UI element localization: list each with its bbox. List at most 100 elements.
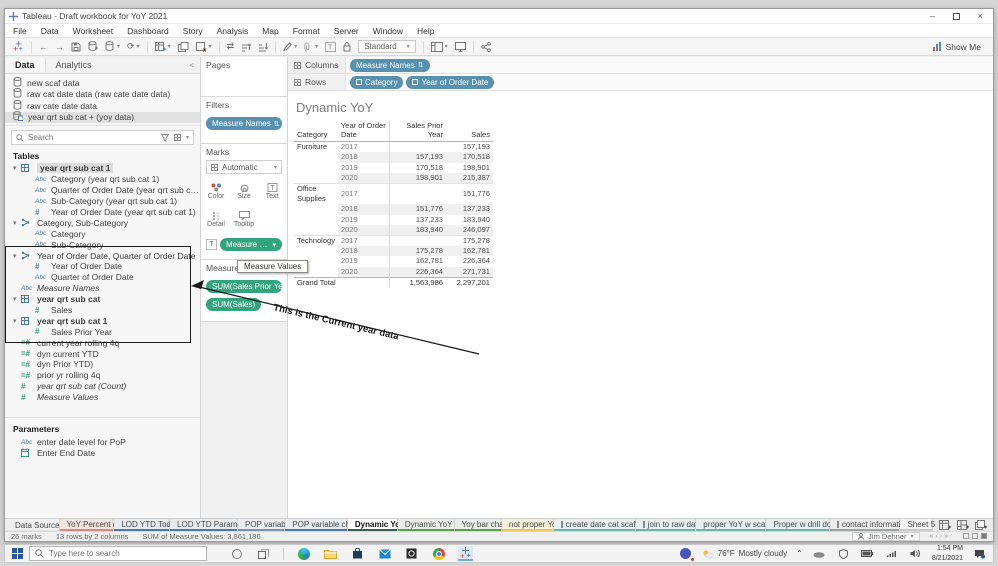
- column-header[interactable]: Sales Prior Year: [389, 121, 446, 143]
- network-icon[interactable]: [884, 546, 899, 561]
- menu-item-format[interactable]: Format: [293, 26, 320, 36]
- table-row[interactable]: 2018 157,193 170,518: [294, 152, 493, 163]
- detail-button[interactable]: Detail: [204, 207, 229, 232]
- table-row[interactable]: 2018 175,278 162,781: [294, 246, 493, 257]
- field-year-of-order-date-quarter-of-order-date[interactable]: ▾ Year of Order Date, Quarter of Order Da…: [5, 250, 200, 261]
- redo-button[interactable]: →: [55, 42, 64, 52]
- field-dyn-prior-ytd[interactable]: =# dyn Prior YTD): [5, 359, 200, 370]
- task-view-icon[interactable]: [256, 546, 271, 561]
- table-row[interactable]: Office Supplies 2017 151,776: [294, 183, 493, 205]
- view-options-caret-icon[interactable]: ▾: [186, 134, 189, 141]
- rows-pill-year-of-order-date[interactable]: Year of Order Date: [406, 75, 495, 89]
- field-current-year-rolling-4q[interactable]: =# current year rolling 4q: [5, 337, 200, 348]
- presentation-mode-button[interactable]: [454, 41, 466, 52]
- taskbar-search-input[interactable]: [49, 549, 201, 558]
- field-year-qrt-sub-cat-1[interactable]: ▾ year qrt sub cat 1: [5, 163, 200, 174]
- rows-pill-category[interactable]: Category: [350, 75, 404, 89]
- menu-item-help[interactable]: Help: [417, 26, 434, 36]
- marks-card[interactable]: Marks Automatic ▾ Color Size T Text Deta…: [201, 144, 309, 273]
- sheet-tab-sheet-5[interactable]: Sheet 5: [900, 519, 935, 531]
- grand-total-row[interactable]: Grand Total 1,563,986 2,297,201: [294, 276, 493, 289]
- table-row[interactable]: 2019 137,233 183,940: [294, 214, 493, 225]
- crosstab[interactable]: Category Year of Order Date Sales Prior Ye…: [294, 121, 993, 289]
- file-explorer-icon[interactable]: [323, 546, 338, 561]
- menu-item-analysis[interactable]: Analysis: [217, 26, 249, 36]
- view-options-icon[interactable]: [173, 134, 181, 141]
- group-members-button[interactable]: ▾: [304, 42, 318, 52]
- duplicate-sheet-button[interactable]: [177, 41, 189, 52]
- store-icon[interactable]: [350, 546, 365, 561]
- battery-icon[interactable]: [860, 546, 875, 561]
- close-button[interactable]: ×: [978, 11, 983, 21]
- sheet-tab-dynamic-yoy-3[interactable]: Dynamic YoY (3): [397, 519, 464, 531]
- story-nav-buttons[interactable]: «‹›»: [930, 533, 950, 540]
- table-row[interactable]: 2020 226,364 271,731: [294, 266, 493, 278]
- column-header[interactable]: Year of Order Date: [337, 121, 390, 143]
- cortana-icon[interactable]: [229, 546, 244, 561]
- collapse-pane-button[interactable]: <: [189, 61, 200, 70]
- save-button[interactable]: [71, 42, 81, 52]
- clear-sheet-button[interactable]: ▾: [195, 41, 212, 52]
- datasource-new-scaf-data[interactable]: new scaf data: [5, 76, 200, 89]
- size-button[interactable]: Size: [232, 179, 257, 204]
- sheet-tab-data-source[interactable]: Data Source: [5, 519, 60, 531]
- table-row[interactable]: 2019 170,518 198,901: [294, 162, 493, 173]
- filter-icon[interactable]: [160, 133, 169, 142]
- fix-axes-button[interactable]: [343, 41, 351, 52]
- table-row[interactable]: Furniture 2017 157,193: [294, 141, 493, 153]
- menu-item-data[interactable]: Data: [41, 26, 59, 36]
- sheet-tab-pop-variable[interactable]: POP variable: [237, 519, 292, 531]
- menu-item-file[interactable]: File: [13, 26, 27, 36]
- sheet-tab-yoy-percent-diff[interactable]: YoY Percent diff: [59, 519, 123, 531]
- parameter-enter-date-level-for-pop[interactable]: Abc enter date level for PoP: [5, 437, 200, 448]
- sheet-tab-dynamic-yoy[interactable]: Dynamic YoY: [347, 519, 405, 531]
- color-button[interactable]: Color: [204, 179, 229, 204]
- text-button[interactable]: T Text: [260, 179, 285, 204]
- edge-icon[interactable]: [296, 546, 311, 561]
- menu-item-server[interactable]: Server: [334, 26, 359, 36]
- field-measure-names[interactable]: Abc Measure Names: [5, 283, 200, 294]
- show-cards-button[interactable]: ▾: [430, 41, 448, 52]
- action-center-icon[interactable]: [972, 546, 987, 561]
- sheet-tab-join-to-raw-data[interactable]: join to raw data: [635, 519, 702, 531]
- table-row[interactable]: 2020 198,901 215,387: [294, 172, 493, 184]
- mv-pill-sum-sales[interactable]: SUM(Sales): [206, 298, 262, 311]
- datasource-year-qrt-sub-cat-yoy-data[interactable]: year qrt sub cat + (yoy data): [5, 111, 200, 123]
- show-mark-labels-button[interactable]: T: [325, 41, 337, 52]
- highlight-button[interactable]: ▾: [283, 41, 297, 52]
- sort-descending-button[interactable]: [258, 42, 269, 52]
- chrome-icon[interactable]: [431, 546, 446, 561]
- sheet-tab-pop-variable-chart[interactable]: POP variable chart: [285, 519, 359, 531]
- filters-card[interactable]: Filters Measure Names ⇅: [201, 97, 287, 144]
- field-year-qrt-sub-cat[interactable]: ▾ year qrt sub cat: [5, 294, 200, 305]
- table-row[interactable]: 2020 183,940 246,097: [294, 224, 493, 236]
- security-icon[interactable]: [836, 546, 851, 561]
- refresh-button[interactable]: ⟳ ▾: [127, 41, 140, 52]
- mv-pill-sum-sales-prior-yea[interactable]: SUM(Sales Prior Yea..: [206, 280, 292, 293]
- column-header[interactable]: Sales: [445, 121, 493, 143]
- column-header[interactable]: Category: [294, 121, 338, 143]
- share-button[interactable]: [480, 41, 491, 52]
- table-row[interactable]: 2019 162,781 226,364: [294, 256, 493, 267]
- search-input[interactable]: [28, 133, 157, 142]
- view-mode-buttons[interactable]: [960, 532, 987, 541]
- sort-ascending-button[interactable]: [241, 42, 252, 52]
- field-sales-prior-year[interactable]: # Sales Prior Year: [5, 326, 200, 337]
- sheet-tab-create-date-cat-scaffold[interactable]: create date cat scaffold: [553, 519, 648, 531]
- new-worksheet-icon[interactable]: [939, 520, 951, 530]
- field-measure-values[interactable]: # Measure Values: [5, 392, 200, 403]
- sheet-tab-not-proper-yoy[interactable]: not proper YoY: [501, 519, 562, 531]
- table-row[interactable]: Technology 2017 175,278: [294, 235, 493, 247]
- field-category-sub-category[interactable]: ▾ Category, Sub-Category: [5, 217, 200, 228]
- field-sub-category-year-qrt-sub-cat-1[interactable]: Abc Sub-Category (year qrt sub cat 1): [5, 196, 200, 207]
- field-year-of-order-date[interactable]: # Year of Order Date: [5, 261, 200, 272]
- new-story-icon[interactable]: [975, 520, 987, 530]
- menu-item-map[interactable]: Map: [262, 26, 279, 36]
- pages-card[interactable]: Pages: [201, 57, 287, 97]
- taskbar-search[interactable]: [29, 546, 207, 561]
- field-search[interactable]: ▾: [11, 130, 194, 145]
- datasource-raw-cat-date-data-raw-cate-date-data[interactable]: raw cat date data (raw cate date data): [5, 88, 200, 101]
- undo-button[interactable]: ←: [39, 42, 48, 52]
- tableau-logo-button[interactable]: [13, 41, 24, 52]
- new-datasource-button[interactable]: [88, 41, 98, 52]
